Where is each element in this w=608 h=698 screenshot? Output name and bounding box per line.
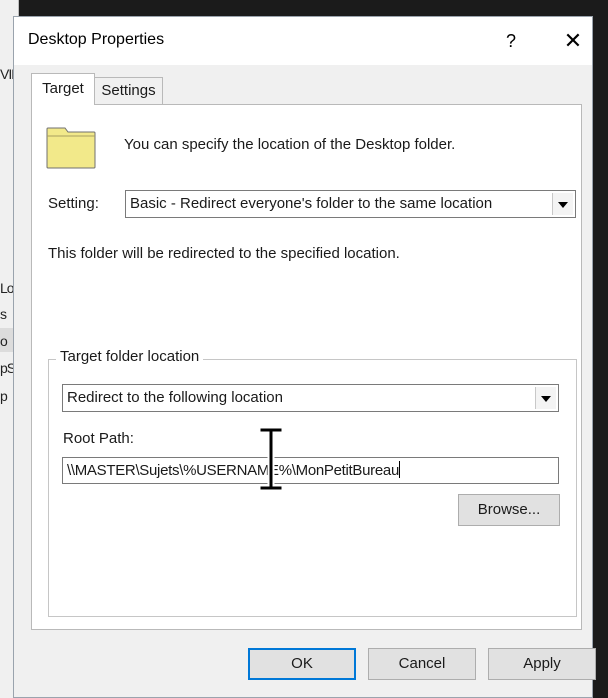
root-path-value: \\MASTER\Sujets\%USERNAME%\MonPetitBurea…: [67, 462, 399, 479]
folder-icon: [46, 127, 96, 169]
ok-button[interactable]: OK: [248, 648, 356, 680]
help-icon[interactable]: ?: [496, 26, 526, 56]
text-caret: [398, 461, 400, 478]
info-text: You can specify the location of the Desk…: [124, 136, 456, 153]
tab-target[interactable]: Target: [31, 73, 95, 105]
text-cursor-icon: [258, 427, 284, 491]
target-tab-panel: You can specify the location of the Desk…: [31, 104, 582, 630]
background-text: s: [0, 306, 7, 322]
browse-button[interactable]: Browse...: [458, 494, 560, 526]
tab-settings[interactable]: Settings: [95, 77, 163, 105]
close-icon[interactable]: ✕: [556, 26, 590, 56]
cancel-button[interactable]: Cancel: [368, 648, 476, 680]
background-text: Lo: [0, 280, 15, 296]
setting-dropdown[interactable]: Basic - Redirect everyone's folder to th…: [125, 190, 576, 218]
group-label: Target folder location: [56, 348, 204, 365]
root-path-input[interactable]: \\MASTER\Sujets\%USERNAME%\MonPetitBurea…: [62, 457, 559, 484]
apply-button[interactable]: Apply: [488, 648, 596, 680]
root-path-label: Root Path:: [63, 430, 134, 447]
desktop-properties-dialog: Desktop Properties ? ✕ Target Settings Y…: [13, 16, 596, 698]
dropdown-arrow-icon[interactable]: [535, 387, 556, 409]
redirect-description: This folder will be redirected to the sp…: [48, 245, 400, 262]
setting-label: Setting:: [48, 195, 99, 212]
target-location-dropdown[interactable]: Redirect to the following location: [62, 384, 559, 412]
dropdown-arrow-icon[interactable]: [552, 193, 573, 215]
background-text: o: [0, 333, 8, 349]
dialog-title: Desktop Properties: [28, 31, 165, 48]
title-bar[interactable]: Desktop Properties ? ✕: [14, 17, 592, 65]
setting-dropdown-value: Basic - Redirect everyone's folder to th…: [130, 195, 493, 212]
location-dropdown-value: Redirect to the following location: [67, 389, 283, 406]
background-text: p: [0, 388, 8, 404]
